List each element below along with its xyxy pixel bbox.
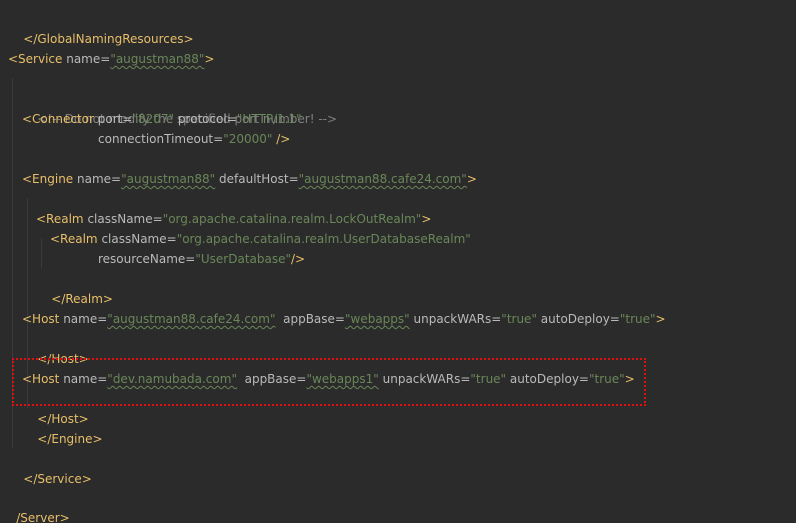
xml-value: "webapps" xyxy=(344,312,410,326)
xml-value: "true" xyxy=(501,312,537,326)
xml-tag: /> xyxy=(291,252,306,266)
xml-value: "augustman88.cafe24.com" xyxy=(298,172,467,186)
xml-value: "20000" xyxy=(223,132,273,146)
xml-tag: > xyxy=(204,52,215,66)
code-line-service-close[interactable]: </Service> xyxy=(8,449,92,486)
code-line-host-close[interactable]: </Host> xyxy=(22,329,88,366)
code-line-connector-open[interactable]: <Connector port="8207" protocol="HTTP/1.… xyxy=(22,109,302,129)
xml-value: "true" xyxy=(470,372,507,386)
xml-tag: </GlobalNamingResources> xyxy=(23,32,194,46)
xml-attribute: name= xyxy=(59,372,108,386)
xml-tag: <Realm xyxy=(36,212,84,226)
xml-tag: <Engine xyxy=(22,172,74,186)
code-line-host-cafe24[interactable]: <Host name="augustman88.cafe24.com" appB… xyxy=(22,309,666,329)
xml-attribute: defaultHost= xyxy=(215,172,299,186)
xml-value: "UserDatabase" xyxy=(195,252,292,266)
xml-value: "augustman88" xyxy=(110,52,205,66)
xml-attribute: protocol= xyxy=(174,112,237,126)
xml-attribute: autoDeploy= xyxy=(506,372,589,386)
code-line-realm-close[interactable]: </Realm> xyxy=(36,269,113,306)
code-line-realm-resource[interactable]: resourceName="UserDatabase"/> xyxy=(98,249,305,269)
xml-tag: </Realm> xyxy=(51,292,113,306)
xml-attribute: port= xyxy=(93,112,133,126)
xml-attribute: unpackWARs= xyxy=(409,312,502,326)
code-line-server-close[interactable]: /Server> xyxy=(1,488,69,523)
xml-attribute: className= xyxy=(97,232,177,246)
code-line-engine-open[interactable]: <Engine name="augustman88" defaultHost="… xyxy=(22,169,477,189)
xml-value: "org.apache.catalina.realm.LockOutRealm" xyxy=(162,212,422,226)
code-line-realm-lockout[interactable]: <Realm className="org.apache.catalina.re… xyxy=(36,209,431,229)
code-line-global-naming-close[interactable]: </GlobalNamingResources> xyxy=(8,9,193,46)
xml-attribute: name= xyxy=(62,52,111,66)
xml-value: "webapps1" xyxy=(306,372,379,386)
xml-attribute: name= xyxy=(59,312,108,326)
xml-attribute: name= xyxy=(73,172,122,186)
xml-value: "HTTP/1.1" xyxy=(236,112,302,126)
code-line-service-open[interactable]: <Service name="augustman88"> xyxy=(8,49,214,69)
xml-tag: > xyxy=(655,312,666,326)
code-line-engine-close[interactable]: </Engine> xyxy=(22,409,102,446)
xml-tag: > xyxy=(624,372,635,386)
xml-value: "true" xyxy=(588,372,625,386)
code-line-host-close[interactable]: </Host> xyxy=(22,389,88,426)
xml-value: "augustman88" xyxy=(121,172,216,186)
xml-attribute: autoDeploy= xyxy=(536,312,620,326)
code-line-connector-timeout[interactable]: connectionTimeout="20000" /> xyxy=(98,129,290,149)
xml-tag: </Engine> xyxy=(37,432,103,446)
code-line-realm-userdb[interactable]: <Realm className="org.apache.catalina.re… xyxy=(50,229,471,249)
xml-value: "true" xyxy=(619,312,656,326)
xml-attribute: connectionTimeout= xyxy=(98,132,224,146)
xml-value: "8207" xyxy=(132,112,174,126)
code-line-host-namubada[interactable]: <Host name="dev.namubada.com" appBase="w… xyxy=(22,369,635,389)
xml-value: "augustman88.cafe24.com" xyxy=(107,312,276,326)
xml-value: "org.apache.catalina.realm.UserDatabaseR… xyxy=(176,232,471,246)
xml-tag: /Server> xyxy=(16,511,70,523)
xml-attribute: className= xyxy=(83,212,163,226)
xml-tag: > xyxy=(421,212,432,226)
xml-attribute: unpackWARs= xyxy=(378,372,471,386)
xml-tag: <Connector xyxy=(22,112,94,126)
xml-tag: <Host xyxy=(22,312,60,326)
xml-tag: <Service xyxy=(8,52,63,66)
xml-value: "dev.namubada.com" xyxy=(107,372,237,386)
xml-attribute: appBase= xyxy=(236,372,307,386)
xml-tag: /> xyxy=(272,132,291,146)
code-editor[interactable]: </GlobalNamingResources> <Service name="… xyxy=(0,0,796,523)
xml-attribute: appBase= xyxy=(275,312,345,326)
indent-guide xyxy=(41,238,42,268)
xml-tag: </Service> xyxy=(23,472,92,486)
code-line-comment[interactable]: <!-- Do not modify the specified port nu… xyxy=(22,89,337,126)
xml-tag: <Realm xyxy=(50,232,98,246)
xml-attribute: resourceName= xyxy=(98,252,196,266)
xml-tag: > xyxy=(466,172,477,186)
xml-tag: <Host xyxy=(22,372,60,386)
